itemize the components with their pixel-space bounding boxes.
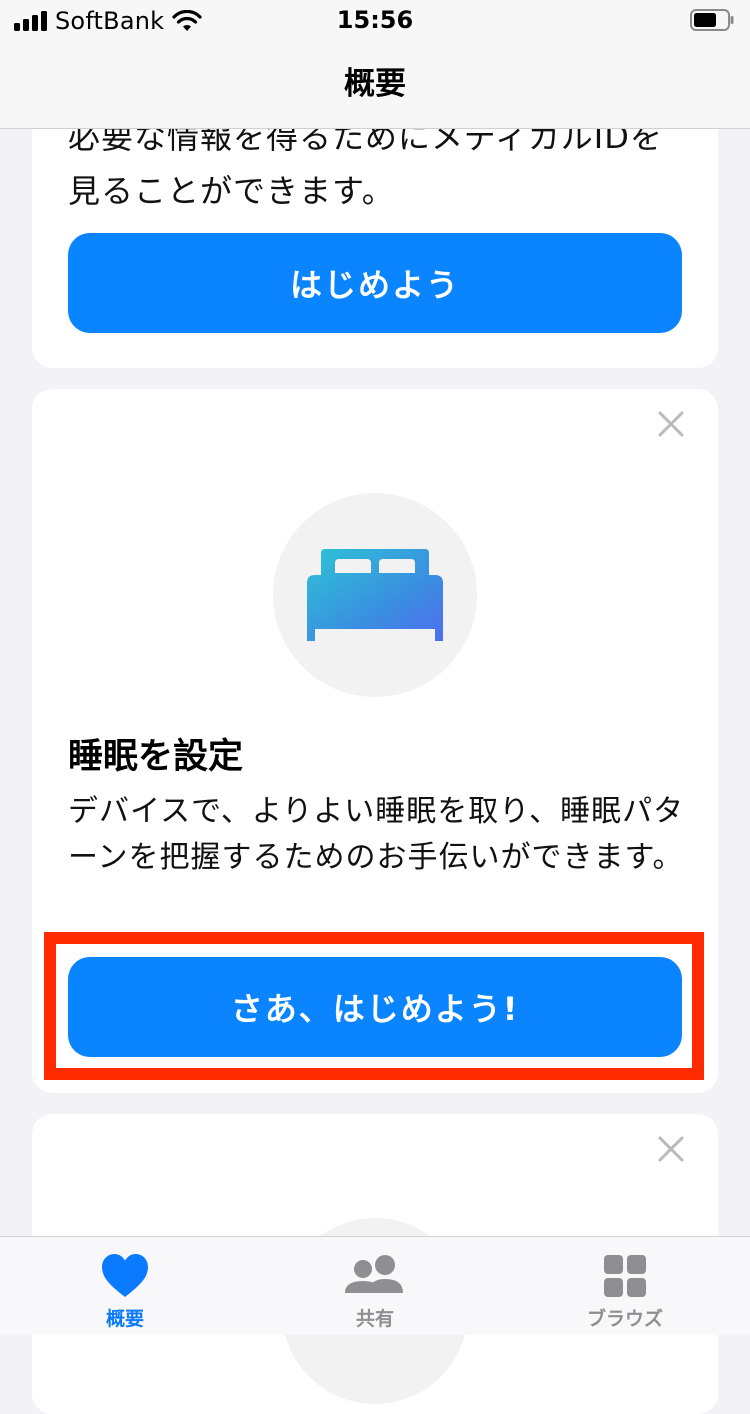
clock: 15:56: [336, 6, 414, 34]
tab-summary-label: 概要: [105, 1308, 144, 1330]
tab-bar: 概要 共有 ブラウズ: [0, 1236, 750, 1335]
status-bar: SoftBank 15:56: [0, 0, 750, 40]
sleep-setup-card: 睡眠を設定 デバイスで、よりよい睡眠を取り、睡眠パターンを把握するためのお手伝い…: [32, 389, 718, 1093]
people-icon: [345, 1255, 403, 1293]
navigation-bar: 概要: [0, 40, 750, 129]
grid-icon: [604, 1255, 646, 1297]
heart-icon: [102, 1254, 148, 1297]
medical-id-start-button[interactable]: はじめよう: [68, 233, 682, 333]
bed-icon: [307, 549, 443, 641]
tab-summary[interactable]: 概要: [0, 1237, 250, 1335]
tab-browse[interactable]: ブラウズ: [500, 1237, 750, 1335]
tab-sharing[interactable]: 共有: [250, 1237, 500, 1335]
sleep-card-description: デバイスで、よりよい睡眠を取り、睡眠パターンを把握するためのお手伝いができます。: [68, 794, 685, 875]
tab-sharing-label: 共有: [355, 1308, 394, 1330]
sleep-start-button[interactable]: さあ、はじめよう!: [68, 957, 682, 1057]
sleep-icon-circle: [273, 493, 477, 697]
close-icon[interactable]: [658, 1136, 684, 1162]
close-icon[interactable]: [658, 411, 684, 437]
page-title: 概要: [344, 66, 406, 102]
battery-icon: [690, 9, 734, 31]
sleep-card-title: 睡眠を設定: [68, 737, 244, 777]
tab-browse-label: ブラウズ: [586, 1308, 663, 1330]
